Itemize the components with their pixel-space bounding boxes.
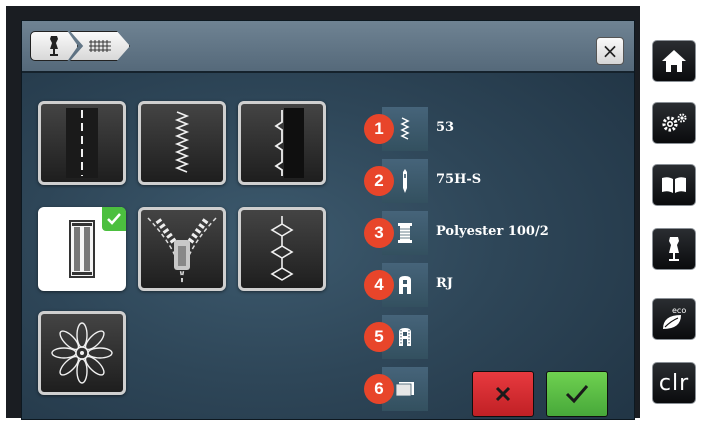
- number-badge: 6: [364, 374, 394, 404]
- checkmark-icon: [565, 385, 589, 404]
- selected-check-badge: [102, 207, 126, 231]
- stitch-icon: [400, 117, 410, 140]
- tile-buttonhole[interactable]: [38, 207, 126, 291]
- close-icon: ×: [601, 39, 619, 63]
- home-icon: [662, 50, 686, 72]
- thread-value: Polyester 100/2: [436, 224, 549, 239]
- tile-blind-stitch[interactable]: [238, 101, 326, 185]
- number-badge: 1: [364, 114, 394, 144]
- decorative-stitch-icon: [270, 216, 294, 281]
- needle-icon: [403, 169, 407, 193]
- eco-button[interactable]: eco: [652, 298, 696, 340]
- tile-straight-stitch[interactable]: [38, 101, 126, 185]
- presser-foot-value: RJ: [436, 276, 453, 291]
- tile-zipper[interactable]: [138, 207, 226, 291]
- check-icon: [107, 213, 121, 225]
- dress-form-icon: [669, 237, 679, 261]
- stitch-value: 53: [436, 120, 455, 135]
- presser-foot-alt-icon: [399, 328, 411, 346]
- zipper-icon: [147, 217, 217, 284]
- gear-icon: [662, 113, 687, 132]
- tile-zigzag-stitch[interactable]: [138, 101, 226, 185]
- tile-decorative-stitch[interactable]: [238, 207, 326, 291]
- close-button[interactable]: ×: [596, 37, 624, 65]
- blind-stitch-icon: [274, 108, 304, 178]
- sewing-consultant-button[interactable]: [652, 228, 696, 270]
- stabilizer-icon: [395, 382, 414, 397]
- cancel-button[interactable]: [472, 371, 534, 417]
- display-frame: × 1 53 2 75H-S 3 Polyester 100/2 4 RJ 5 …: [6, 6, 640, 420]
- straight-stitch-icon: [66, 108, 98, 178]
- thread-spool-icon: [398, 223, 412, 243]
- settings-button[interactable]: [652, 102, 696, 144]
- stitch-pattern-icon: [89, 40, 111, 52]
- zigzag-stitch-icon: [174, 111, 190, 173]
- breadcrumb-dress-form[interactable]: [30, 31, 78, 61]
- buttonhole-icon: [69, 220, 95, 278]
- tile-embroidery-flower[interactable]: [38, 311, 126, 395]
- needle-value: 75H-S: [436, 172, 482, 187]
- header-bar: ×: [22, 21, 634, 73]
- close-x-icon: [495, 386, 511, 402]
- eco-leaf-icon: eco: [663, 306, 686, 329]
- book-icon: [662, 177, 686, 193]
- flower-embroidery-icon: [51, 322, 113, 384]
- presser-foot-icon: [399, 276, 411, 294]
- dress-form-icon: [50, 36, 58, 56]
- number-badge: 5: [364, 322, 394, 352]
- eco-label: eco: [672, 306, 686, 315]
- home-button[interactable]: [652, 40, 696, 82]
- number-badge: 3: [364, 218, 394, 248]
- clr-label: clr: [658, 370, 690, 396]
- breadcrumb-stitch-category[interactable]: [70, 31, 130, 61]
- clear-button[interactable]: clr: [652, 362, 696, 404]
- number-badge: 2: [364, 166, 394, 196]
- tutorial-button[interactable]: [652, 164, 696, 206]
- confirm-button[interactable]: [546, 371, 608, 417]
- number-badge: 4: [364, 270, 394, 300]
- sewing-consultant-screen: × 1 53 2 75H-S 3 Polyester 100/2 4 RJ 5 …: [21, 20, 635, 420]
